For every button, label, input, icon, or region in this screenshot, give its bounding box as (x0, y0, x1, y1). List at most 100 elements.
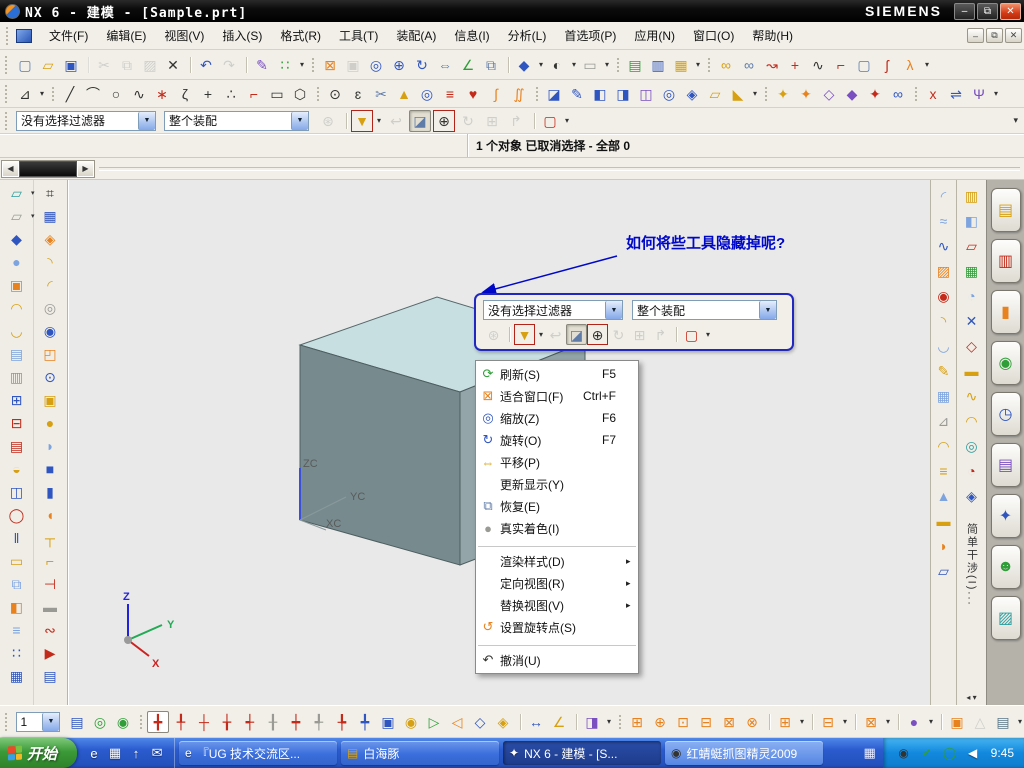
constraint-navigator-tab[interactable]: ▥ (990, 239, 1021, 283)
flange-icon[interactable]: ◖ (38, 504, 62, 526)
wcs-dynamics-icon[interactable]: ┿ (285, 711, 307, 733)
horizontal-scrollbar[interactable]: ◀ ▶ (1, 159, 95, 178)
zoom-menu-item[interactable]: ◎ 缩放(Z) F6 (476, 407, 638, 429)
save-icon[interactable]: ▣ (60, 54, 82, 76)
menu-application[interactable]: 应用(N) (625, 24, 684, 47)
circle-icon[interactable]: ○ (105, 83, 127, 105)
assembly-measure-icon[interactable]: ⊠ (855, 711, 890, 733)
touch-tab[interactable]: ✦ (990, 494, 1021, 538)
wrap-curve-icon[interactable]: ◎ (658, 83, 680, 105)
restore-menu-item[interactable]: ⧉ 恢复(E) (476, 495, 638, 517)
swirl2-icon[interactable]: ∬ (508, 83, 530, 105)
swirl-sphere-icon[interactable]: ◎ (961, 434, 983, 458)
cone-icon[interactable]: ▲ (393, 83, 415, 105)
intersect-curve-icon[interactable]: ✎ (566, 83, 588, 105)
toolbar-drag-handle[interactable] (5, 84, 10, 103)
vector-icon[interactable]: ┽ (239, 711, 261, 733)
green-mesh-icon[interactable]: ▦ (961, 259, 983, 283)
axis-icon[interactable]: ╁ (216, 711, 238, 733)
render-style-icon[interactable]: ◐ (546, 54, 576, 76)
angle-icon[interactable]: ∠ (548, 711, 570, 733)
xyz-curve-icon[interactable]: ≡ (439, 83, 461, 105)
fit-window-icon[interactable]: ⊠ (312, 54, 341, 76)
scroll-right-icon[interactable]: ▶ (77, 160, 94, 177)
boss-icon[interactable]: ◰ (38, 343, 62, 365)
window-float-icon[interactable]: ⧉ (480, 54, 502, 76)
roles-tab[interactable]: ☻ (990, 545, 1021, 589)
chest-icon[interactable]: ▤ (38, 665, 62, 687)
marquee-select-icon[interactable]: ▢ (534, 110, 569, 132)
column-overflow-icon[interactable]: ◂ ▾ (966, 693, 976, 705)
redo-icon[interactable]: ↷ (218, 54, 240, 76)
delete-icon[interactable]: ✕ (162, 54, 184, 76)
cage-icon[interactable]: ▦ (38, 205, 62, 227)
scroll-icon[interactable]: ◜ (38, 274, 62, 296)
x-face-icon[interactable]: ✕ (961, 309, 983, 333)
sheet-icon[interactable]: ◜ (933, 184, 955, 208)
set-rotate-point-menu-item[interactable]: ↺ 设置旋转点(S) (476, 616, 638, 638)
pattern-curve-icon[interactable]: ✦ (795, 83, 817, 105)
true-shading-menu-item[interactable]: ● 真实着色(I) (476, 517, 638, 539)
foil-icon[interactable]: ◝ (933, 309, 955, 333)
frame-icon[interactable]: ▭ (5, 550, 29, 572)
polygon-icon[interactable]: ⬡ (289, 83, 311, 105)
task-nx[interactable]: ✦ NX 6 - 建模 - [S... (503, 741, 662, 765)
shade-face-icon[interactable]: ◧ (961, 209, 983, 233)
work-layer-combo[interactable]: 1 ▼ (15, 711, 60, 732)
separator[interactable] (478, 638, 636, 646)
measure-icon[interactable]: ↔ (520, 711, 547, 733)
undo-selection-icon[interactable]: ↩ (385, 110, 407, 132)
corrugate-icon[interactable]: ∿ (933, 234, 955, 258)
update-display-menu-item[interactable]: 更新显示(Y) (476, 473, 638, 495)
floating-filter-combo[interactable]: 没有选择过滤器 ▼ (483, 300, 623, 320)
law-curve-icon[interactable]: ♥ (462, 83, 484, 105)
mdi-close-button[interactable]: ✕ (1005, 28, 1022, 43)
tube-icon[interactable]: ◎ (38, 297, 62, 319)
gold-bar-icon[interactable]: ▬ (961, 359, 983, 383)
wcs-origin-icon[interactable]: ╄ (331, 711, 353, 733)
trim-icon[interactable]: ✂ (370, 83, 392, 105)
dome-icon[interactable]: ◗ (38, 435, 62, 457)
bracket-icon[interactable]: ▥ (961, 184, 983, 208)
close-button[interactable]: ✕ (1000, 2, 1021, 20)
block-icon[interactable]: ▣ (5, 274, 29, 296)
hole-icon[interactable]: ◉ (38, 320, 62, 342)
drawer-icon[interactable]: ▦ (5, 665, 29, 687)
gold-diamond-icon[interactable]: ◈ (492, 711, 514, 733)
bridge-icon[interactable]: ∞ (887, 83, 909, 105)
part-navigator-tab[interactable]: ▮ (990, 290, 1021, 334)
flag-icon[interactable]: ⊿ (933, 409, 955, 433)
add-to-selection-icon[interactable]: ⊞ (481, 110, 503, 132)
open-folder-icon[interactable]: ▱ (37, 54, 59, 76)
assembly-move-icon[interactable]: ⊡ (672, 711, 694, 733)
extrude-icon[interactable]: ◆ (5, 228, 29, 250)
arch-icon[interactable]: ◠ (961, 409, 983, 433)
menu-edit[interactable]: 编辑(E) (97, 24, 155, 47)
assembly-pattern-icon[interactable]: ⊠ (718, 711, 740, 733)
drape-icon[interactable]: ◠ (933, 434, 955, 458)
paste-icon[interactable]: ▨ (139, 54, 161, 76)
curve-arrow-icon[interactable]: ↝ (761, 54, 783, 76)
orient-view-menu-item[interactable]: 定向视图(R) (476, 572, 638, 594)
pan-menu-item[interactable]: ⇔ 平移(P) (476, 451, 638, 473)
rotate-point-icon[interactable]: ↻ (457, 110, 479, 132)
task-capture[interactable]: ◉ 红蜻蜓抓图精灵2009 (665, 741, 824, 765)
selection-filter-combo[interactable]: 没有选择过滤器 ▼ (16, 110, 156, 131)
undo-menu-item[interactable]: ↶ 撤消(U) (476, 649, 638, 671)
bowl-icon[interactable]: ◡ (933, 334, 955, 358)
mirror-curve-icon[interactable]: ◫ (635, 83, 657, 105)
interference-icon[interactable]: ● (898, 711, 933, 733)
pad-icon[interactable]: ▣ (38, 389, 62, 411)
wcs-rotate-icon[interactable]: ╃ (308, 711, 330, 733)
wave-icon[interactable]: ∿ (961, 384, 983, 408)
toolbar-drag-handle[interactable] (5, 712, 10, 731)
sketch-task-icon[interactable]: ▱ (5, 182, 34, 204)
up-folder-icon[interactable]: ↑ (127, 744, 145, 762)
snap-filter-icon[interactable]: ▼ (346, 109, 381, 132)
extract-curve-icon[interactable]: ◨ (612, 83, 634, 105)
shaded-display-icon[interactable]: ◆ (508, 54, 543, 76)
stack-icon[interactable]: ≡ (5, 619, 29, 641)
task-ug-forum[interactable]: e 『UG 技术交流区... (179, 741, 338, 765)
sweep2-icon[interactable]: ✦ (864, 83, 886, 105)
funnel-surface-icon[interactable]: ▲ (933, 484, 955, 508)
